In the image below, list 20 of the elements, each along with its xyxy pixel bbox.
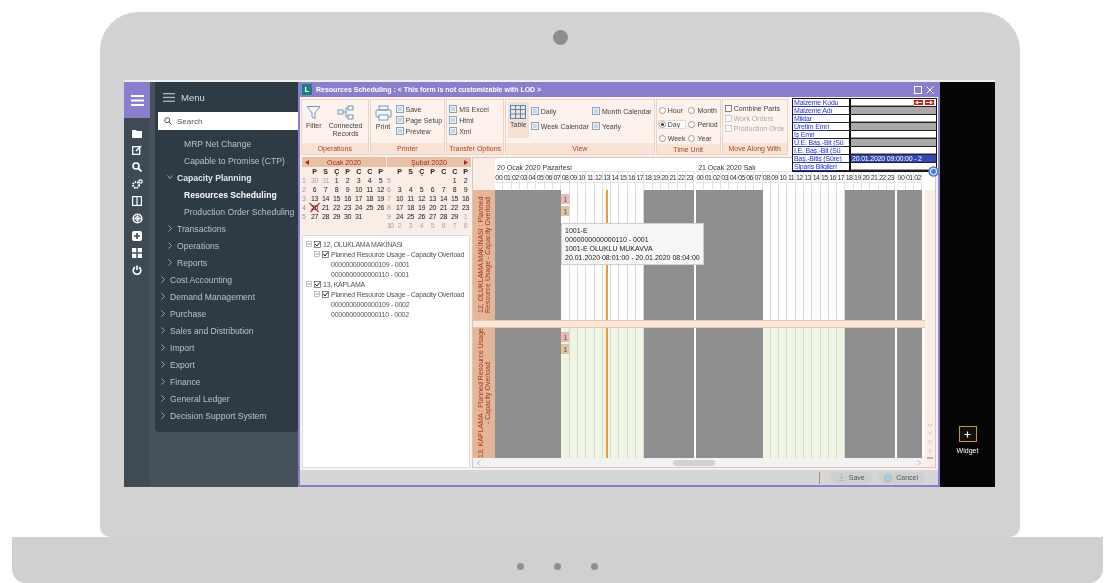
menu-title: Menu — [181, 91, 205, 103]
menu-item[interactable]: Decision Support System — [155, 407, 298, 424]
search-field[interactable]: Search — [158, 112, 298, 130]
menu-item[interactable]: Demand Management — [155, 288, 298, 305]
menu-item[interactable]: Capacity Planning — [155, 169, 298, 186]
menu-item[interactable]: Cost Accounting — [155, 271, 298, 288]
menu-item[interactable]: Export — [155, 356, 298, 373]
menu-item[interactable]: Sales and Distribution — [155, 322, 298, 339]
menu-item[interactable]: Operations — [155, 237, 298, 254]
menu-item[interactable]: MRP Net Change — [155, 135, 298, 152]
menu-item[interactable]: General Ledger — [155, 390, 298, 407]
app-logo: L — [302, 84, 312, 95]
menu-item[interactable]: Purchase — [155, 305, 298, 322]
menu-item[interactable]: Production Order Scheduling — [155, 203, 298, 220]
menu-item[interactable]: Reports — [155, 254, 298, 271]
menu-item[interactable]: Transactions — [155, 220, 298, 237]
menu-item[interactable]: Finance — [155, 373, 298, 390]
menu-item[interactable]: Import — [155, 339, 298, 356]
menu-item[interactable]: Resources Scheduling — [155, 186, 298, 203]
menu-item[interactable]: Capable to Promise (CTP) — [155, 152, 298, 169]
